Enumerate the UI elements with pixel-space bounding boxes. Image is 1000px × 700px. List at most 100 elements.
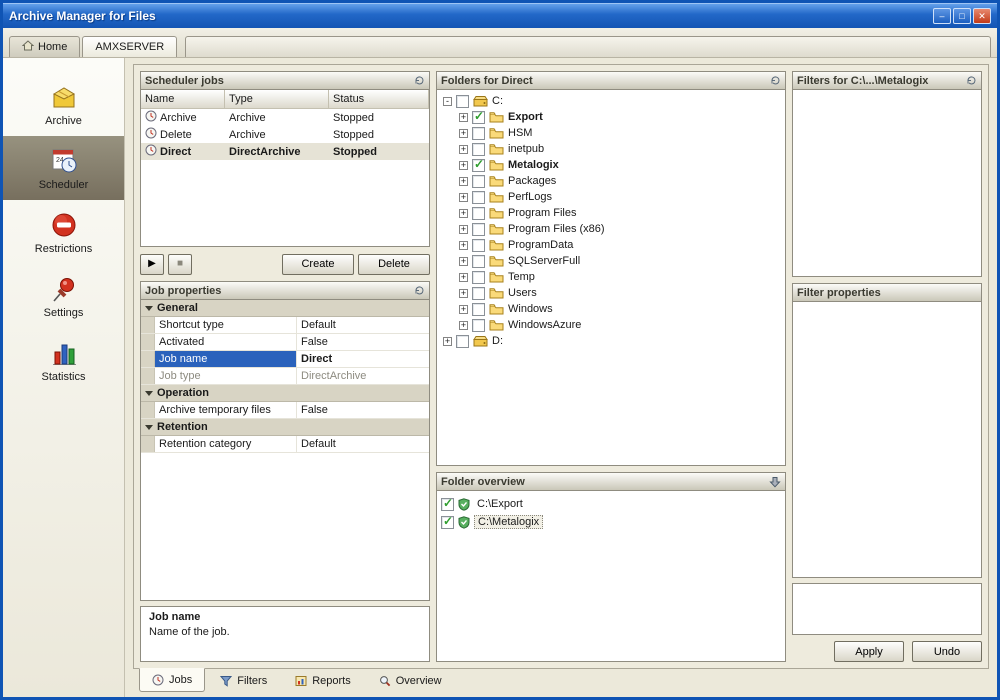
folder-label[interactable]: PerfLogs [508,191,552,203]
tree-item-export[interactable]: +Export [437,109,785,125]
folder-checkbox[interactable] [472,191,485,204]
folder-label[interactable]: Export [508,111,543,123]
tree-item-temp[interactable]: + Temp [437,269,785,285]
sidebar-item-statistics[interactable]: Statistics [3,328,124,392]
folder-label[interactable]: Program Files (x86) [508,223,605,235]
column-header-name[interactable]: Name [141,90,225,108]
folder-label[interactable]: inetpub [508,143,544,155]
tree-item-sqlserverfull[interactable]: + SQLServerFull [437,253,785,269]
folder-label[interactable]: Users [508,287,537,299]
minimize-button[interactable]: – [933,8,951,24]
tree-item-perflogs[interactable]: + PerfLogs [437,189,785,205]
property-group-header[interactable]: Retention [141,419,429,436]
expand-box-icon[interactable]: + [459,273,468,282]
property-group-header[interactable]: Operation [141,385,429,402]
tab-amxserver[interactable]: AMXSERVER [82,36,177,57]
expand-box-icon[interactable]: + [459,305,468,314]
folder-label[interactable]: SQLServerFull [508,255,580,267]
job-row[interactable]: DeleteArchiveStopped [141,126,429,143]
property-row[interactable]: Shortcut typeDefault [141,317,429,334]
column-header-type[interactable]: Type [225,90,329,108]
overview-item[interactable]: C:\Export [441,495,781,513]
sidebar-item-scheduler[interactable]: 24Scheduler [3,136,124,200]
expand-box-icon[interactable]: + [459,225,468,234]
maximize-button[interactable]: □ [953,8,971,24]
expand-box-icon[interactable]: + [459,257,468,266]
panel-pin-icon[interactable] [414,285,425,296]
tab-overview[interactable]: Overview [366,669,455,693]
job-row[interactable]: DirectDirectArchiveStopped [141,143,429,160]
property-row[interactable]: Archive temporary filesFalse [141,402,429,419]
folder-checkbox[interactable] [456,95,469,108]
expand-box-icon[interactable]: + [459,193,468,202]
expand-box-icon[interactable]: + [459,209,468,218]
property-row[interactable]: Job typeDirectArchive [141,368,429,385]
folder-checkbox[interactable] [472,111,485,124]
folder-checkbox[interactable] [472,239,485,252]
property-value[interactable]: Default [297,317,429,333]
property-value[interactable]: Direct [297,351,429,367]
stop-job-button[interactable]: ■ [168,254,192,275]
tab-reports[interactable]: Reports [282,669,364,693]
tree-item-d-[interactable]: + D: [437,333,785,349]
delete-job-button[interactable]: Delete [358,254,430,275]
expand-box-icon[interactable]: + [459,241,468,250]
tree-item-inetpub[interactable]: + inetpub [437,141,785,157]
apply-button[interactable]: Apply [834,641,904,662]
folder-checkbox[interactable] [472,127,485,140]
tree-item-hsm[interactable]: +HSM [437,125,785,141]
property-row[interactable]: Job nameDirect [141,351,429,368]
folder-checkbox[interactable] [472,223,485,236]
folder-label[interactable]: C: [492,95,503,107]
folder-checkbox[interactable] [472,303,485,316]
sidebar-item-archive[interactable]: Archive [3,72,124,136]
tree-item-program-files[interactable]: +Program Files [437,205,785,221]
tree-item-programdata[interactable]: + ProgramData [437,237,785,253]
folder-checkbox[interactable] [472,175,485,188]
tab-filters[interactable]: Filters [207,669,280,693]
panel-pin-icon[interactable] [770,75,781,86]
overview-label[interactable]: C:\Export [474,498,526,510]
sidebar-item-restrictions[interactable]: Restrictions [3,200,124,264]
folder-checkbox[interactable] [472,207,485,220]
expand-box-icon[interactable]: + [459,145,468,154]
close-button[interactable]: ✕ [973,8,991,24]
expand-box-icon[interactable]: + [459,129,468,138]
folder-checkbox[interactable] [472,159,485,172]
tree-item-windowsazure[interactable]: +WindowsAzure [437,317,785,333]
property-row[interactable]: Retention categoryDefault [141,436,429,453]
folder-label[interactable]: D: [492,335,503,347]
folder-label[interactable]: Windows [508,303,553,315]
expand-box-icon[interactable]: + [459,289,468,298]
job-row[interactable]: ArchiveArchiveStopped [141,109,429,126]
tree-item-users[interactable]: + Users [437,285,785,301]
overview-label[interactable]: C:\Metalogix [474,515,543,529]
tree-item-windows[interactable]: + Windows [437,301,785,317]
property-value[interactable]: False [297,334,429,350]
expand-box-icon[interactable]: + [459,177,468,186]
tab-jobs[interactable]: Jobs [139,668,205,692]
create-job-button[interactable]: Create [282,254,354,275]
property-row[interactable]: ActivatedFalse [141,334,429,351]
panel-pin-icon[interactable] [966,75,977,86]
folder-label[interactable]: ProgramData [508,239,573,251]
filters-list[interactable] [793,90,981,276]
overview-checkbox[interactable] [441,498,454,511]
expand-box-icon[interactable]: + [459,161,468,170]
overview-item[interactable]: C:\Metalogix [441,513,781,531]
arrow-down-icon[interactable] [769,476,781,488]
folder-checkbox[interactable] [472,143,485,156]
start-job-button[interactable]: ▶ [140,254,164,275]
folder-checkbox[interactable] [472,271,485,284]
folder-label[interactable]: Metalogix [508,159,559,171]
folder-checkbox[interactable] [472,287,485,300]
filter-properties-grid[interactable] [793,302,981,577]
panel-pin-icon[interactable] [414,75,425,86]
tab-home[interactable]: Home [9,36,80,57]
property-group-header[interactable]: General [141,300,429,317]
expand-box-icon[interactable]: + [459,321,468,330]
folder-label[interactable]: Temp [508,271,535,283]
tree-item-metalogix[interactable]: + Metalogix [437,157,785,173]
property-value[interactable]: False [297,402,429,418]
expand-box-icon[interactable]: + [443,337,452,346]
